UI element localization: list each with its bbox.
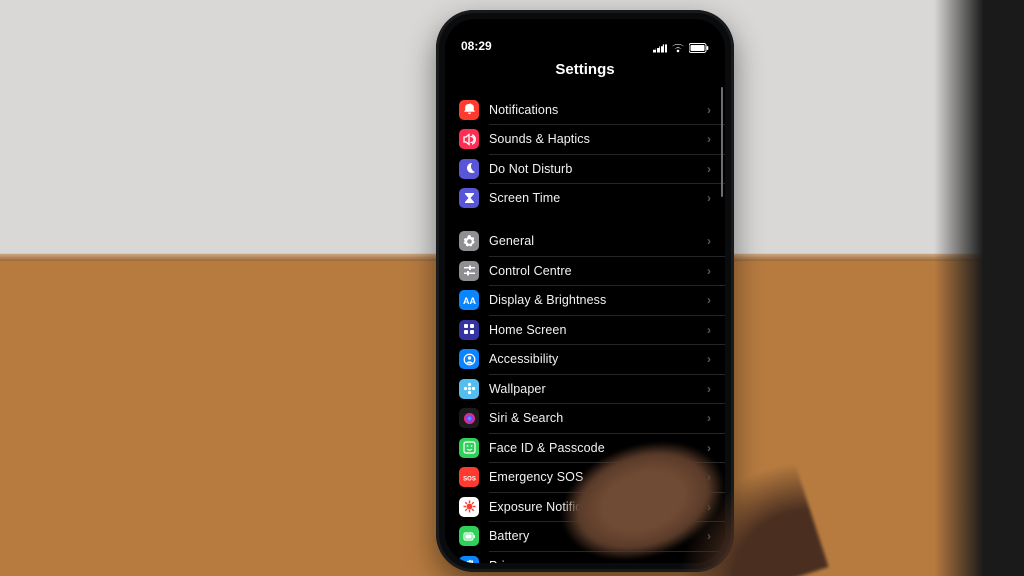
dnd-icon	[459, 159, 479, 179]
screentime-icon	[459, 188, 479, 208]
settings-row-label: Battery	[489, 529, 697, 543]
chevron-right-icon: ›	[707, 323, 711, 337]
svg-text:SOS: SOS	[463, 476, 476, 482]
settings-row-label: Emergency SOS	[489, 470, 697, 484]
chevron-right-icon: ›	[707, 264, 711, 278]
settings-group: Notifications›Sounds & Haptics›Do Not Di…	[445, 95, 725, 213]
settings-row-label: Accessibility	[489, 352, 697, 366]
privacy-icon	[459, 556, 479, 564]
exposure-icon	[459, 497, 479, 517]
chevron-right-icon: ›	[707, 559, 711, 564]
settings-row-label: Face ID & Passcode	[489, 441, 697, 455]
settings-row-label: Sounds & Haptics	[489, 132, 697, 146]
display-notch	[525, 19, 645, 41]
settings-row-label: Control Centre	[489, 264, 697, 278]
settings-row-sounds[interactable]: Sounds & Haptics ›	[445, 125, 725, 154]
settings-row-dnd[interactable]: Do Not Disturb ›	[445, 154, 725, 183]
chevron-right-icon: ›	[707, 293, 711, 307]
sos-icon: SOS	[459, 467, 479, 487]
settings-row-siri[interactable]: Siri & Search ›	[445, 404, 725, 433]
photo-background: 08:29 Settings Notifications›Sounds & Ha…	[0, 0, 1024, 576]
settings-row-exposure[interactable]: Exposure Notifications ›	[445, 492, 725, 521]
battery-icon	[459, 526, 479, 546]
iphone-screen: 08:29 Settings Notifications›Sounds & Ha…	[445, 19, 725, 563]
status-indicators	[653, 43, 709, 53]
settings-row-controlcentre[interactable]: Control Centre ›	[445, 256, 725, 285]
settings-row-label: Notifications	[489, 103, 697, 117]
wallpaper-icon	[459, 379, 479, 399]
iphone-device: 08:29 Settings Notifications›Sounds & Ha…	[436, 10, 734, 572]
siri-icon	[459, 408, 479, 428]
status-time: 08:29	[461, 39, 492, 53]
chevron-right-icon: ›	[707, 132, 711, 146]
settings-row-screentime[interactable]: Screen Time ›	[445, 184, 725, 213]
settings-row-label: General	[489, 234, 697, 248]
display-icon: AA	[459, 290, 479, 310]
chevron-right-icon: ›	[707, 382, 711, 396]
wifi-icon	[671, 43, 685, 53]
chevron-right-icon: ›	[707, 411, 711, 425]
battery-icon	[689, 43, 709, 53]
settings-row-accessibility[interactable]: Accessibility ›	[445, 345, 725, 374]
settings-row-general[interactable]: General ›	[445, 227, 725, 256]
faceid-icon	[459, 438, 479, 458]
homescreen-icon	[459, 320, 479, 340]
chevron-right-icon: ›	[707, 470, 711, 484]
svg-text:AA: AA	[463, 296, 476, 306]
settings-list[interactable]: Notifications›Sounds & Haptics›Do Not Di…	[445, 81, 725, 563]
chevron-right-icon: ›	[707, 441, 711, 455]
settings-row-notifications[interactable]: Notifications ›	[445, 95, 725, 124]
settings-row-label: Wallpaper	[489, 382, 697, 396]
settings-row-label: Exposure Notifications	[489, 500, 697, 514]
settings-row-display[interactable]: AA Display & Brightness ›	[445, 286, 725, 315]
notifications-icon	[459, 100, 479, 120]
settings-group: General › Control Centre › AA Display & Brigh…	[445, 227, 725, 564]
chevron-right-icon: ›	[707, 500, 711, 514]
settings-row-label: Screen Time	[489, 191, 697, 205]
settings-row-wallpaper[interactable]: Wallpaper ›	[445, 374, 725, 403]
settings-row-label: Do Not Disturb	[489, 162, 697, 176]
settings-row-privacy[interactable]: Privacy ›	[445, 551, 725, 563]
accessibility-icon	[459, 349, 479, 369]
controlcentre-icon	[459, 261, 479, 281]
settings-row-battery[interactable]: Battery ›	[445, 522, 725, 551]
settings-row-faceid[interactable]: Face ID & Passcode ›	[445, 433, 725, 462]
chevron-right-icon: ›	[707, 162, 711, 176]
sounds-icon	[459, 129, 479, 149]
page-title: Settings	[445, 55, 725, 83]
scroll-indicator	[721, 87, 723, 197]
chevron-right-icon: ›	[707, 103, 711, 117]
chevron-right-icon: ›	[707, 529, 711, 543]
chevron-right-icon: ›	[707, 234, 711, 248]
settings-row-label: Home Screen	[489, 323, 697, 337]
background-object	[934, 0, 1024, 576]
settings-row-homescreen[interactable]: Home Screen ›	[445, 315, 725, 344]
chevron-right-icon: ›	[707, 352, 711, 366]
cellular-icon	[653, 44, 667, 53]
settings-row-sos[interactable]: SOS Emergency SOS ›	[445, 463, 725, 492]
general-icon	[459, 231, 479, 251]
settings-row-label: Siri & Search	[489, 411, 697, 425]
settings-row-label: Privacy	[489, 559, 697, 564]
chevron-right-icon: ›	[707, 191, 711, 205]
settings-row-label: Display & Brightness	[489, 293, 697, 307]
